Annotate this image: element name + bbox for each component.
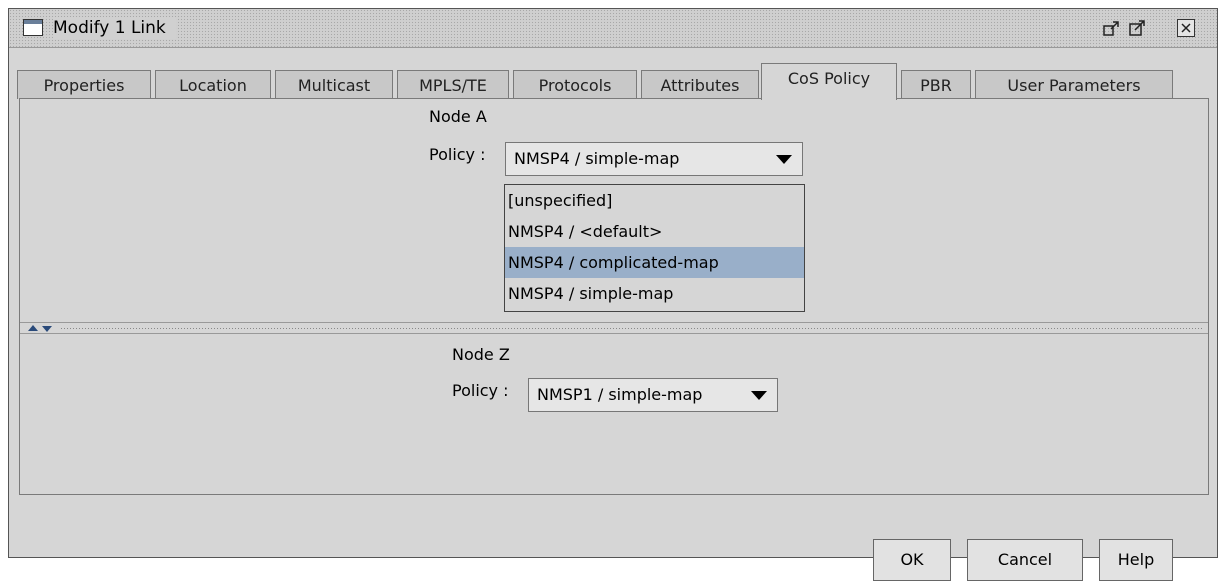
- collapse-up-icon[interactable]: [28, 325, 38, 331]
- node-z-policy-value: NMSP1 / simple-map: [537, 385, 703, 404]
- close-icon[interactable]: [1177, 19, 1195, 37]
- maximize-icon[interactable]: [1129, 19, 1147, 37]
- node-a-policy-dropdown: [unspecified] NMSP4 / <default> NMSP4 / …: [504, 184, 805, 312]
- tab-mpls-te[interactable]: MPLS/TE: [397, 70, 509, 99]
- node-a-title: Node A: [429, 107, 487, 126]
- node-a-policy-value: NMSP4 / simple-map: [514, 149, 680, 168]
- collapse-down-icon[interactable]: [42, 326, 52, 332]
- node-z-policy-select[interactable]: NMSP1 / simple-map: [528, 378, 778, 412]
- node-a-policy-label: Policy :: [429, 145, 486, 164]
- window-icon: [23, 19, 43, 36]
- tab-cos-policy[interactable]: CoS Policy: [761, 63, 897, 100]
- node-a-policy-select[interactable]: NMSP4 / simple-map: [505, 142, 803, 176]
- tab-attributes[interactable]: Attributes: [641, 70, 759, 99]
- tab-user-parameters[interactable]: User Parameters: [975, 70, 1173, 99]
- cos-policy-panel: Node A Policy : NMSP4 / simple-map [unsp…: [19, 98, 1209, 495]
- split-pane-divider[interactable]: [20, 322, 1208, 334]
- modify-link-dialog: Modify 1 Link Properties Location Multic…: [8, 8, 1218, 581]
- tab-properties[interactable]: Properties: [17, 70, 151, 99]
- dropdown-option[interactable]: NMSP4 / <default>: [505, 216, 804, 247]
- tab-location[interactable]: Location: [155, 70, 271, 99]
- help-button[interactable]: Help: [1099, 539, 1173, 581]
- node-z-title: Node Z: [452, 345, 510, 364]
- restore-icon[interactable]: [1103, 19, 1121, 37]
- chevron-down-icon[interactable]: [776, 155, 792, 164]
- dropdown-option-highlighted[interactable]: NMSP4 / complicated-map: [505, 247, 804, 278]
- splitter-grip: [60, 327, 1204, 329]
- window-title: Modify 1 Link: [53, 17, 176, 39]
- tab-strip: Properties Location Multicast MPLS/TE Pr…: [11, 60, 1201, 100]
- tab-multicast[interactable]: Multicast: [275, 70, 393, 99]
- ok-button[interactable]: OK: [873, 539, 951, 581]
- cancel-button[interactable]: Cancel: [967, 539, 1083, 581]
- dropdown-option[interactable]: [unspecified]: [505, 185, 804, 216]
- title-bar[interactable]: Modify 1 Link: [9, 9, 1217, 48]
- chevron-down-icon[interactable]: [751, 391, 767, 400]
- dropdown-option[interactable]: NMSP4 / simple-map: [505, 278, 804, 309]
- node-z-policy-label: Policy :: [452, 381, 509, 400]
- tab-protocols[interactable]: Protocols: [513, 70, 637, 99]
- tab-pbr[interactable]: PBR: [901, 70, 971, 99]
